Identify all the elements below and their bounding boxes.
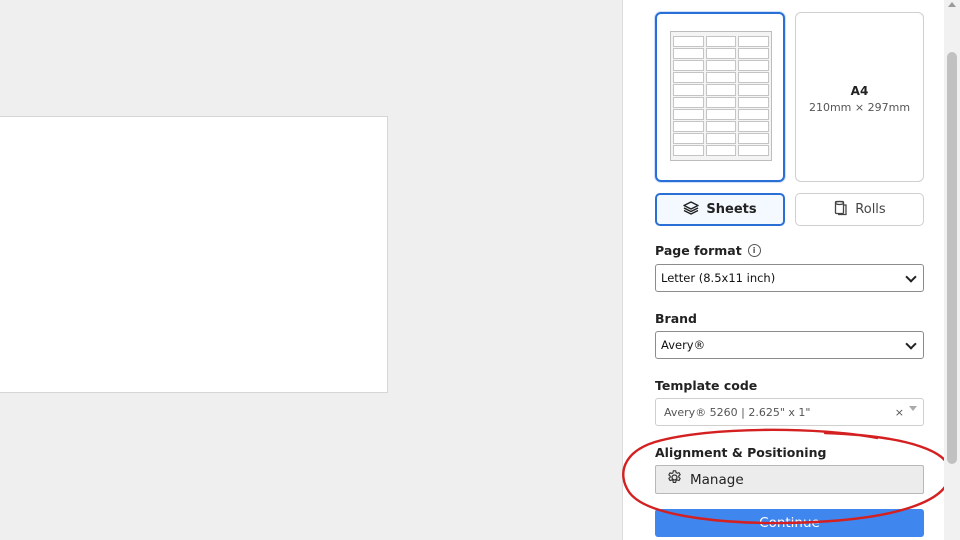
template-code-label: Template code <box>655 378 757 393</box>
label-cell <box>738 36 769 48</box>
label-cell <box>705 36 737 48</box>
chevron-down-icon <box>905 271 917 283</box>
label-cell <box>738 120 769 132</box>
label-cell <box>673 132 704 144</box>
label-cell <box>738 96 769 108</box>
label-cell <box>673 120 704 132</box>
info-circle-icon[interactable]: i <box>747 244 761 257</box>
label-cell <box>673 48 704 60</box>
page-format-value: Letter (8.5x11 inch) <box>661 271 776 285</box>
label-cell <box>705 96 737 108</box>
paper-roll-icon <box>833 200 848 220</box>
manage-button-label: Manage <box>690 471 744 488</box>
alignment-label: Alignment & Positioning <box>655 445 826 460</box>
template-code-select[interactable]: Avery® 5260 | 2.625" x 1" × <box>655 398 924 426</box>
label-cell <box>705 144 737 156</box>
page-format-select[interactable]: Letter (8.5x11 inch) <box>655 264 924 292</box>
rolls-button-label: Rolls <box>855 202 886 217</box>
a4-card-title: A4 <box>850 84 869 98</box>
label-cell <box>673 36 704 48</box>
alignment-label-text: Alignment & Positioning <box>655 445 827 460</box>
label-cell <box>673 72 704 84</box>
label-grid-thumbnail <box>670 31 772 161</box>
brand-select[interactable]: Avery® <box>655 331 924 359</box>
label-cell <box>705 72 737 84</box>
layout-card-a4[interactable]: A4 210mm × 297mm <box>795 12 924 182</box>
label-cell <box>705 108 737 120</box>
scroll-up-icon[interactable] <box>948 2 956 7</box>
label-cell <box>705 132 737 144</box>
label-cell <box>738 84 769 96</box>
a4-card-dimensions: 210mm × 297mm <box>808 101 911 114</box>
template-code-value: Avery® 5260 | 2.625" x 1" <box>664 405 811 419</box>
layout-card-label-sheet[interactable] <box>655 12 785 182</box>
label-cell <box>738 72 769 84</box>
brand-label-text: Brand <box>655 311 697 326</box>
label-cell <box>738 48 769 60</box>
brand-value: Avery® <box>661 338 706 352</box>
label-cell <box>738 144 769 156</box>
sheets-button[interactable]: Sheets <box>655 193 785 226</box>
label-sheet-preview <box>0 116 388 393</box>
label-cell <box>673 108 704 120</box>
clear-icon[interactable]: × <box>895 406 904 419</box>
chevron-down-icon <box>905 338 917 350</box>
label-cell <box>705 48 737 60</box>
label-cell <box>673 96 704 108</box>
rolls-button[interactable]: Rolls <box>795 193 924 226</box>
label-cell <box>673 84 704 96</box>
manage-button[interactable]: Manage <box>655 465 924 494</box>
caret-down-icon <box>909 406 917 411</box>
label-cell <box>738 60 769 72</box>
continue-button[interactable]: Continue <box>655 509 924 537</box>
label-cell <box>705 120 737 132</box>
label-cell <box>673 144 704 156</box>
label-cell <box>705 84 737 96</box>
continue-button-label: Continue <box>759 515 820 531</box>
label-cell <box>738 108 769 120</box>
label-cell <box>738 132 769 144</box>
panel-scrollbar-thumb[interactable] <box>947 52 957 464</box>
gear-icon <box>666 469 683 490</box>
page-format-label: Page format i <box>655 243 761 258</box>
canvas-area <box>0 0 622 540</box>
page-format-label-text: Page format <box>655 243 742 258</box>
brand-label: Brand <box>655 311 697 326</box>
sheets-button-label: Sheets <box>706 202 757 217</box>
template-code-label-text: Template code <box>655 378 758 393</box>
stack-sheets-icon <box>683 200 700 219</box>
label-cell <box>673 60 704 72</box>
label-cell <box>705 60 737 72</box>
